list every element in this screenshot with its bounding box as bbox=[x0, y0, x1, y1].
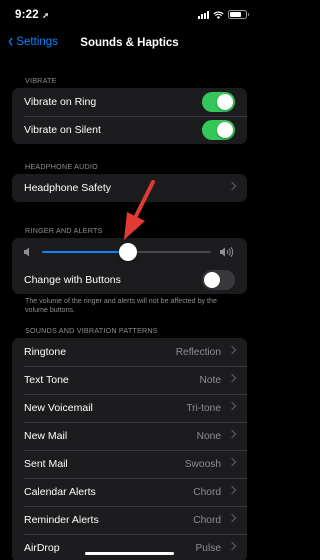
pattern-row-airdrop[interactable]: AirDrop Pulse bbox=[12, 534, 247, 560]
status-icons bbox=[198, 10, 249, 19]
ringer-volume-slider-row bbox=[12, 238, 247, 266]
speaker-low-icon bbox=[24, 247, 29, 257]
pattern-label: New Mail bbox=[24, 430, 68, 442]
location-icon: ➚ bbox=[42, 11, 50, 20]
cellular-signal-icon bbox=[198, 10, 209, 19]
pattern-row-new-mail[interactable]: New Mail None bbox=[12, 422, 247, 450]
section-header-headphone-audio: HEADPHONE AUDIO bbox=[25, 162, 98, 171]
ringer-volume-slider[interactable] bbox=[42, 243, 211, 261]
wifi-icon bbox=[213, 11, 224, 19]
pattern-value: Reflection bbox=[175, 346, 221, 358]
pattern-value: Chord bbox=[193, 486, 221, 498]
vibrate-group: Vibrate on Ring Vibrate on Silent bbox=[12, 88, 247, 144]
headphone-safety-row[interactable]: Headphone Safety bbox=[12, 174, 247, 202]
pattern-row-new-voicemail[interactable]: New Voicemail Tri-tone bbox=[12, 394, 247, 422]
status-time-text: 9:22 bbox=[15, 9, 39, 21]
vibrate-on-silent-label: Vibrate on Silent bbox=[24, 124, 101, 136]
pattern-row-sent-mail[interactable]: Sent Mail Swoosh bbox=[12, 450, 247, 478]
status-bar: 9:22 ➚ bbox=[0, 0, 259, 30]
chevron-right-icon bbox=[227, 181, 237, 191]
chevron-right-icon bbox=[227, 513, 237, 523]
change-with-buttons-label: Change with Buttons bbox=[24, 274, 121, 286]
home-indicator bbox=[85, 552, 174, 555]
pattern-label: Reminder Alerts bbox=[24, 514, 99, 526]
pattern-label: Sent Mail bbox=[24, 458, 68, 470]
patterns-group: Ringtone Reflection Text Tone Note New V… bbox=[12, 338, 247, 560]
chevron-right-icon bbox=[227, 541, 237, 551]
pattern-row-reminder-alerts[interactable]: Reminder Alerts Chord bbox=[12, 506, 247, 534]
section-header-sounds-and-vibration-patterns: SOUNDS AND VIBRATION PATTERNS bbox=[25, 326, 158, 335]
pattern-row-calendar-alerts[interactable]: Calendar Alerts Chord bbox=[12, 478, 247, 506]
status-time: 9:22 ➚ bbox=[15, 9, 49, 21]
pattern-label: New Voicemail bbox=[24, 402, 93, 414]
pattern-label: Ringtone bbox=[24, 346, 67, 358]
change-with-buttons-toggle[interactable] bbox=[202, 270, 235, 290]
chevron-right-icon bbox=[227, 401, 237, 411]
pattern-value: Tri-tone bbox=[186, 402, 221, 414]
vibrate-on-silent-row: Vibrate on Silent bbox=[12, 116, 247, 144]
pattern-label: AirDrop bbox=[24, 542, 60, 554]
pattern-row-text-tone[interactable]: Text Tone Note bbox=[12, 366, 247, 394]
speaker-high-icon bbox=[220, 247, 234, 257]
pattern-row-ringtone[interactable]: Ringtone Reflection bbox=[12, 338, 247, 366]
chevron-right-icon bbox=[227, 485, 237, 495]
headphone-safety-label: Headphone Safety bbox=[24, 182, 111, 194]
ringer-volume-thumb[interactable] bbox=[119, 243, 138, 261]
section-header-vibrate: VIBRATE bbox=[25, 76, 57, 85]
pattern-value: None bbox=[196, 430, 221, 442]
chevron-right-icon bbox=[227, 345, 237, 355]
pattern-value: Note bbox=[199, 374, 221, 386]
pattern-value: Pulse bbox=[195, 542, 221, 554]
vibrate-on-ring-toggle[interactable] bbox=[202, 92, 235, 112]
ringer-group: Change with Buttons bbox=[12, 238, 247, 294]
ringer-footer-note: The volume of the ringer and alerts will… bbox=[25, 297, 217, 314]
page-title: Sounds & Haptics bbox=[80, 37, 179, 49]
vibrate-on-ring-row: Vibrate on Ring bbox=[12, 88, 247, 116]
pattern-label: Text Tone bbox=[24, 374, 69, 386]
pattern-value: Chord bbox=[193, 514, 221, 526]
section-header-ringer-and-alerts: RINGER AND ALERTS bbox=[25, 226, 103, 235]
chevron-right-icon bbox=[227, 373, 237, 383]
chevron-right-icon bbox=[227, 429, 237, 439]
chevron-right-icon bbox=[227, 457, 237, 467]
pattern-value: Swoosh bbox=[184, 458, 221, 470]
navigation-bar: ‹ Settings Sounds & Haptics bbox=[0, 30, 259, 58]
battery-icon bbox=[228, 10, 249, 19]
change-with-buttons-row: Change with Buttons bbox=[12, 266, 247, 294]
vibrate-on-silent-toggle[interactable] bbox=[202, 120, 235, 140]
vibrate-on-ring-label: Vibrate on Ring bbox=[24, 96, 97, 108]
ringer-volume-fill bbox=[42, 251, 129, 253]
headphone-group: Headphone Safety bbox=[12, 174, 247, 202]
pattern-label: Calendar Alerts bbox=[24, 486, 96, 498]
